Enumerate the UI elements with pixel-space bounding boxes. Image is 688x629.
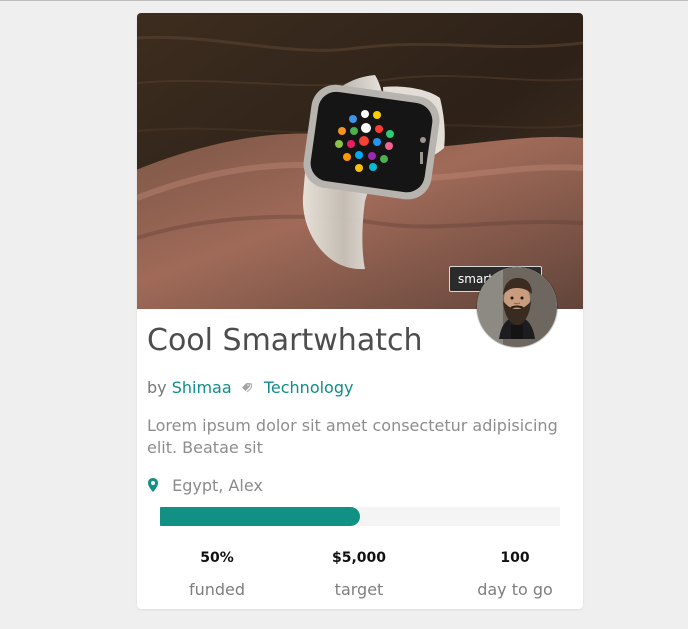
stat-funded-value: 50% <box>200 550 234 566</box>
tag-icon <box>241 379 257 393</box>
location-row: Egypt, Alex <box>147 475 263 497</box>
stat-target-value: $5,000 <box>331 550 387 566</box>
category-link[interactable]: Technology <box>264 378 354 397</box>
stat-days-to-go: 100 day to go <box>440 549 590 600</box>
project-card: smart watch Cool Smartwhatch by Shi <box>137 13 583 609</box>
stat-funded: 50% funded <box>142 549 292 600</box>
location-pin-icon <box>147 477 159 493</box>
stat-days-label: day to go <box>477 580 553 599</box>
by-label: by <box>147 378 167 397</box>
stat-target-label: target <box>334 580 384 599</box>
funding-progress-fill <box>160 507 360 526</box>
stat-funded-label: funded <box>188 580 246 599</box>
funding-progress-bar <box>160 507 560 526</box>
avatar[interactable] <box>477 267 557 347</box>
project-description: Lorem ipsum dolor sit amet consectetur a… <box>147 416 558 457</box>
page: smart watch Cool Smartwhatch by Shi <box>0 0 688 629</box>
project-title: Cool Smartwhatch <box>147 323 423 358</box>
stat-target: $5,000 target <box>284 549 434 600</box>
project-image <box>137 13 583 309</box>
location-text: Egypt, Alex <box>172 476 263 495</box>
project-meta: by Shimaa Technology <box>147 377 353 399</box>
author-link[interactable]: Shimaa <box>172 378 232 397</box>
stat-days-value: 100 <box>500 550 530 566</box>
